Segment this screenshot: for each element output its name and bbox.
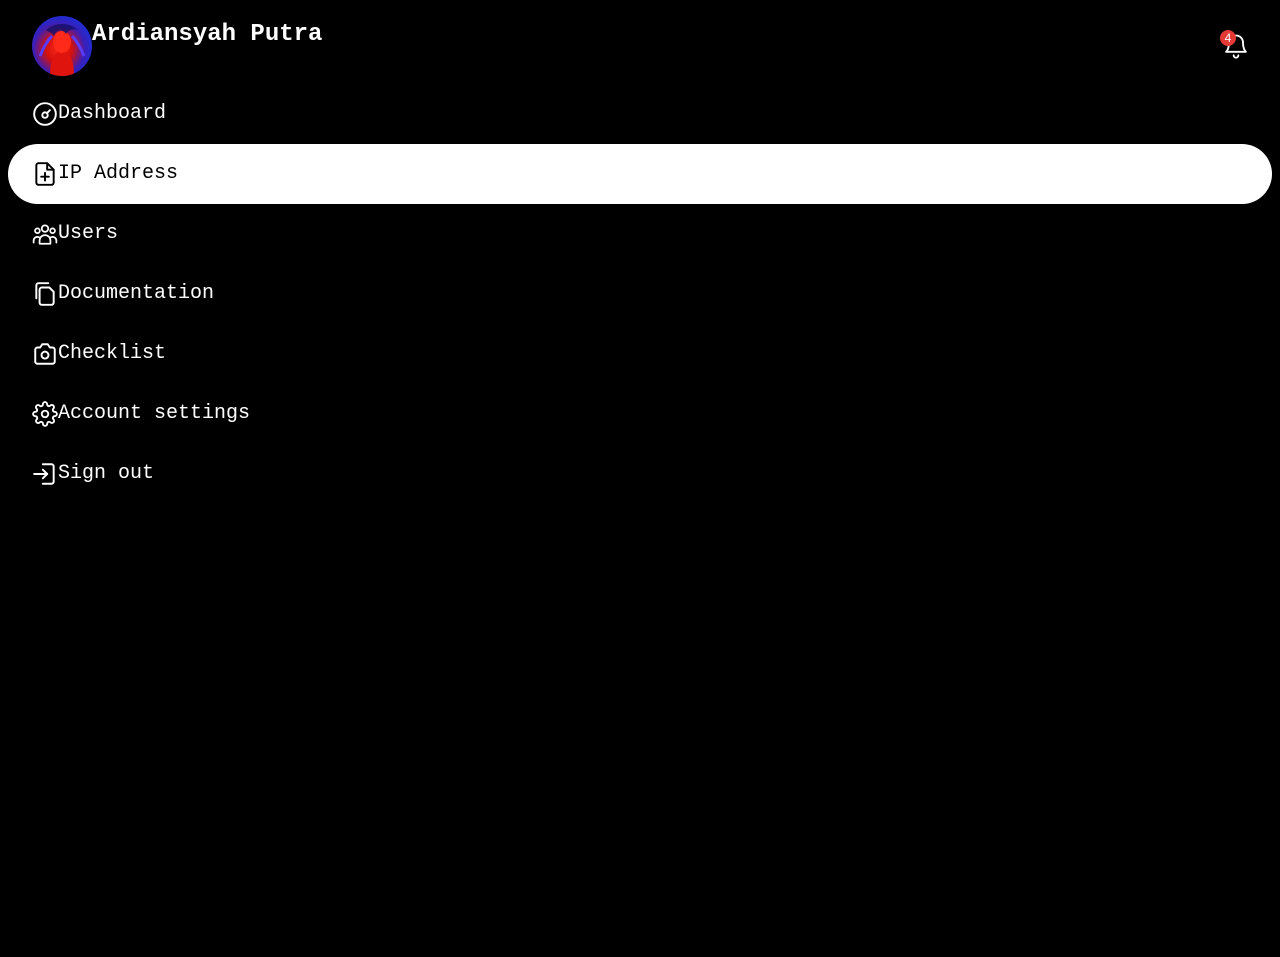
nav-label-users: Users [58,222,119,245]
avatar[interactable] [32,16,92,76]
nav-item-ip-address[interactable]: IP Address [8,144,1272,204]
notification-badge: 4 [1220,30,1236,46]
nav-item-sign-out[interactable]: Sign out [8,444,1272,504]
nav-item-documentation[interactable]: Documentation [8,264,1272,324]
sidebar-nav: Dashboard IP Address Users Documentation… [8,84,1272,504]
gear-icon [32,401,58,427]
avatar-image [38,24,86,76]
nav-label-checklist: Checklist [58,342,167,365]
nav-item-dashboard[interactable]: Dashboard [8,84,1272,144]
nav-label-ip-address: IP Address [58,162,179,185]
nav-label-dashboard: Dashboard [58,102,167,125]
nav-label-documentation: Documentation [58,282,215,305]
copy-icon [32,281,58,307]
nav-item-users[interactable]: Users [8,204,1272,264]
notifications-button[interactable]: 4 [1220,30,1250,60]
users-icon [32,221,58,247]
sign-in-icon [32,461,58,487]
file-plus-icon [32,161,58,187]
nav-item-checklist[interactable]: Checklist [8,324,1272,384]
camera-icon [32,341,58,367]
nav-item-account-settings[interactable]: Account settings [8,384,1272,444]
gauge-icon [32,101,58,127]
top-bar: Ardiansyah Putra 4 [0,0,1280,84]
nav-label-sign-out: Sign out [58,462,155,485]
user-name: Ardiansyah Putra [92,21,323,48]
nav-label-account-settings: Account settings [58,402,251,425]
